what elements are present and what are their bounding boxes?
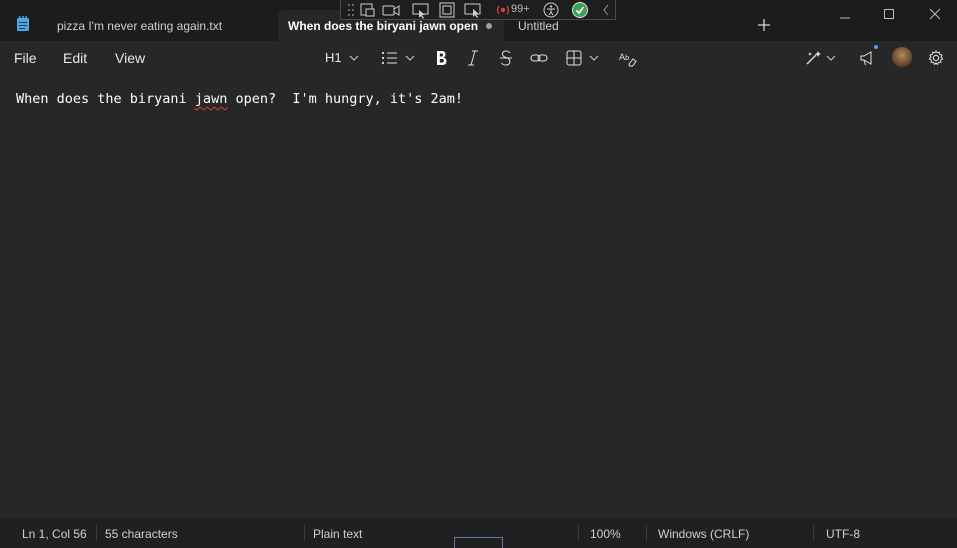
- check-circle-icon[interactable]: [571, 1, 589, 19]
- screenshot-icon[interactable]: [358, 1, 376, 19]
- grip-icon[interactable]: [347, 1, 355, 19]
- floating-toolbar: 99+: [340, 0, 616, 20]
- editor-text-segment: open? I'm hungry, it's 2am!: [227, 91, 464, 107]
- settings-gear-icon[interactable]: [926, 47, 946, 69]
- notification-count: 99+: [511, 3, 530, 15]
- tab-label: pizza I'm never eating again.txt: [57, 18, 223, 33]
- unsaved-indicator-dot[interactable]: [486, 23, 492, 29]
- tab-label: When does the biryani jawn open: [288, 18, 479, 33]
- select-fullscreen-icon[interactable]: [463, 1, 483, 19]
- select-region-icon[interactable]: [438, 1, 456, 19]
- status-divider: [646, 525, 647, 541]
- status-bar: Ln 1, Col 56 55 characters Plain text 10…: [0, 518, 957, 548]
- close-icon[interactable]: [925, 4, 945, 24]
- minimize-icon[interactable]: [835, 4, 855, 24]
- tab-label: Untitled: [518, 18, 559, 33]
- notification-dot: [874, 45, 878, 49]
- status-divider: [578, 525, 579, 541]
- clear-formatting-icon[interactable]: A b: [618, 47, 638, 69]
- record-video-icon[interactable]: [381, 1, 401, 19]
- encoding[interactable]: UTF-8: [826, 527, 860, 541]
- tab-pizza[interactable]: pizza I'm never eating again.txt: [48, 10, 276, 41]
- notepad-window: pizza I'm never eating again.txt When do…: [0, 0, 957, 548]
- menu-bar: File Edit View H1 A b: [0, 41, 957, 74]
- broadcast-icon[interactable]: [495, 1, 511, 19]
- menu-view[interactable]: View: [115, 50, 145, 66]
- announcement-megaphone-icon[interactable]: [858, 47, 876, 69]
- select-window-icon[interactable]: [411, 1, 431, 19]
- link-icon[interactable]: [529, 47, 549, 69]
- zoom-level[interactable]: 100%: [590, 527, 621, 541]
- svg-text:b: b: [625, 54, 630, 62]
- file-format[interactable]: Plain text: [313, 527, 362, 541]
- table-icon[interactable]: [565, 47, 583, 69]
- character-count: 55 characters: [105, 527, 178, 541]
- heading-chevron-down-icon[interactable]: [348, 47, 360, 69]
- editor-content[interactable]: When does the biryani jawn open? I'm hun…: [16, 91, 463, 107]
- misspelled-word[interactable]: jawn: [195, 91, 228, 107]
- taskbar-preview-outline: [454, 537, 503, 548]
- strikethrough-icon[interactable]: [498, 47, 514, 69]
- line-ending[interactable]: Windows (CRLF): [658, 527, 749, 541]
- text-editor-area[interactable]: When does the biryani jawn open? I'm hun…: [0, 74, 957, 518]
- bold-icon[interactable]: [433, 47, 449, 69]
- menu-file[interactable]: File: [14, 50, 37, 66]
- status-divider: [304, 525, 305, 541]
- bulleted-list-icon[interactable]: [380, 47, 400, 69]
- list-chevron-down-icon[interactable]: [404, 47, 416, 69]
- status-divider: [813, 525, 814, 541]
- menu-edit[interactable]: Edit: [63, 50, 87, 66]
- accessibility-icon[interactable]: [542, 1, 560, 19]
- copilot-rewrite-icon[interactable]: [803, 47, 823, 69]
- heading-dropdown[interactable]: H1: [325, 50, 342, 65]
- user-avatar[interactable]: [892, 47, 912, 67]
- maximize-icon[interactable]: [879, 4, 899, 24]
- new-tab-plus-icon[interactable]: [755, 16, 773, 34]
- cursor-position[interactable]: Ln 1, Col 56: [22, 527, 87, 541]
- status-divider: [96, 525, 97, 541]
- editor-text-segment: When does the biryani: [16, 91, 195, 107]
- notepad-app-icon: [16, 16, 30, 32]
- collapse-chevron-left-icon[interactable]: [601, 1, 611, 19]
- copilot-chevron-down-icon[interactable]: [825, 47, 837, 69]
- table-chevron-down-icon[interactable]: [588, 47, 600, 69]
- italic-icon[interactable]: [465, 47, 481, 69]
